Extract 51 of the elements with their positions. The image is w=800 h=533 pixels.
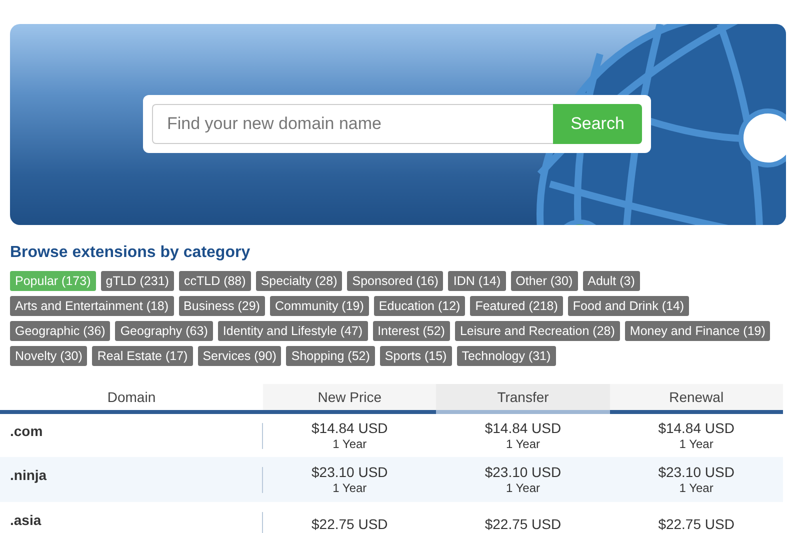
column-header[interactable]: Renewal bbox=[610, 384, 783, 412]
category-tag[interactable]: Food and Drink (14) bbox=[568, 296, 690, 316]
category-tag[interactable]: Novelty (30) bbox=[10, 346, 88, 366]
category-tag[interactable]: Sports (15) bbox=[380, 346, 452, 366]
price-text: $14.84 USD bbox=[657, 420, 736, 437]
category-tag[interactable]: Sponsored (16) bbox=[347, 271, 444, 291]
price-text: $23.10 USD bbox=[310, 464, 389, 481]
column-header[interactable]: New Price bbox=[263, 384, 436, 412]
category-tag[interactable]: Interest (52) bbox=[372, 321, 450, 341]
category-tag[interactable]: gTLD (231) bbox=[100, 271, 174, 291]
domain-name: .ninja bbox=[10, 466, 47, 482]
category-tag[interactable]: Other (30) bbox=[510, 271, 578, 291]
category-tag[interactable]: Featured (218) bbox=[470, 296, 563, 316]
category-tag[interactable]: Specialty (28) bbox=[256, 271, 342, 291]
term-text: 1 Year bbox=[332, 480, 368, 496]
price-text: $22.75 USD bbox=[657, 516, 736, 533]
category-tag[interactable]: Leisure and Recreation (28) bbox=[454, 321, 620, 341]
price-text: $14.84 USD bbox=[310, 420, 389, 437]
domain-search-field[interactable]: Find your new domain name bbox=[152, 104, 553, 144]
category-tag[interactable]: Services (90) bbox=[198, 346, 282, 366]
term-text: 1 Year bbox=[678, 480, 714, 496]
category-tag[interactable]: Adult (3) bbox=[582, 271, 640, 291]
category-tag[interactable]: Education (12) bbox=[374, 296, 466, 316]
category-tag[interactable]: Shopping (52) bbox=[286, 346, 375, 366]
price-text: $22.75 USD bbox=[310, 516, 389, 533]
category-tag[interactable]: ccTLD (88) bbox=[178, 271, 251, 291]
term-text: 1 Year bbox=[504, 436, 542, 452]
price-text: $22.75 USD bbox=[484, 516, 562, 533]
category-tag[interactable]: Business (29) bbox=[178, 296, 265, 316]
category-tag[interactable]: Geographic (36) bbox=[10, 321, 110, 341]
category-tag[interactable]: Arts and Entertainment (18) bbox=[10, 296, 174, 316]
price-text: $23.10 USD bbox=[657, 464, 736, 481]
category-tag[interactable]: Popular (173) bbox=[10, 271, 96, 291]
category-tag[interactable]: Identity and Lifestyle (47) bbox=[218, 321, 368, 341]
domain-name: .asia bbox=[10, 512, 42, 528]
category-tag[interactable]: IDN (14) bbox=[448, 271, 506, 291]
column-header[interactable]: Transfer bbox=[436, 384, 610, 412]
category-tag[interactable]: Community (19) bbox=[270, 296, 369, 316]
term-text: 1 Year bbox=[332, 436, 368, 452]
category-tag[interactable]: Money and Finance (19) bbox=[624, 321, 770, 341]
search-button[interactable]: Search bbox=[553, 104, 642, 144]
term-text: 1 Year bbox=[678, 436, 714, 452]
column-header[interactable]: Domain bbox=[0, 384, 263, 412]
category-tag[interactable]: Geography (63) bbox=[115, 321, 213, 341]
term-text: 1 Year bbox=[504, 480, 542, 496]
domain-name: .com bbox=[10, 422, 43, 438]
category-tag[interactable]: Real Estate (17) bbox=[92, 346, 193, 366]
price-text: $23.10 USD bbox=[484, 464, 562, 481]
price-text: $14.84 USD bbox=[484, 420, 562, 437]
category-tag[interactable]: Technology (31) bbox=[456, 346, 556, 366]
section-heading: Browse extensions by category bbox=[10, 243, 252, 263]
